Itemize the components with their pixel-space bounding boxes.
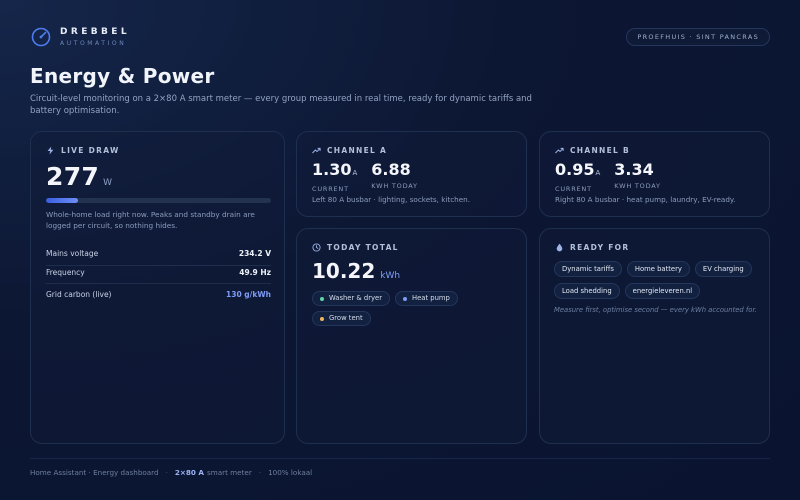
channel-b-card: CHANNEL B 0.95A CURRENT 3.34 KWH TODAY R…: [539, 131, 770, 217]
channel-b-current-unit: A: [595, 169, 601, 177]
stat-key: Grid carbon (live): [46, 289, 112, 299]
bolt-icon: [47, 146, 54, 155]
channel-a-current-value: 1.30: [312, 160, 352, 179]
chip-label: Heat pump: [412, 294, 450, 302]
today-total-number: 10.22: [312, 259, 376, 283]
chip-label: Washer & dryer: [329, 294, 383, 302]
today-total-value: 10.22 kWh: [312, 259, 400, 283]
channel-b-kwh-value: 3.34: [614, 160, 654, 179]
channel-a-kwh-caption: KWH TODAY: [371, 182, 418, 190]
channel-b-current-caption: CURRENT: [555, 185, 592, 193]
today-total-card: TODAY TOTAL 10.22 kWh Washer & dryer Hea…: [296, 228, 527, 444]
footer-separator: ·: [165, 468, 168, 477]
footer-divider: [30, 458, 770, 459]
channel-a-current-unit: A: [352, 169, 358, 177]
channel-b-current-value: 0.95: [555, 160, 595, 179]
live-draw-description: Whole-home load right now. Peaks and sta…: [46, 210, 255, 230]
channel-a-current-caption: CURRENT: [312, 185, 349, 193]
channel-b-description: Right 80 A busbar · heat pump, laundry, …: [555, 195, 736, 204]
load-progress-fill: [46, 198, 78, 203]
channel-b-current: 0.95A CURRENT: [555, 160, 600, 193]
channel-a-values: 1.30A CURRENT 6.88 KWH TODAY: [312, 160, 432, 193]
chip-dot: [320, 316, 324, 321]
chip-dot: [403, 296, 408, 301]
page-title: Energy & Power: [30, 64, 215, 88]
channel-a-kwh: 6.88 KWH TODAY: [371, 160, 418, 193]
live-draw-header: LIVE DRAW: [46, 146, 120, 155]
footer-meter-strong: 2×80 A: [174, 468, 204, 477]
chip-grow-tent[interactable]: Grow tent: [312, 311, 371, 326]
stat-key: Frequency: [46, 267, 85, 277]
ready-tags: Dynamic tariffs Home battery EV charging…: [554, 261, 759, 305]
stat-row-grid-carbon: Grid carbon (live) 130 g/kWh: [46, 283, 271, 305]
footer-source: Home Assistant · Energy dashboard: [30, 468, 159, 477]
drop-icon: [556, 243, 563, 252]
channel-a-current: 1.30A CURRENT: [312, 160, 357, 193]
today-total-label: TODAY TOTAL: [327, 243, 399, 252]
trend-up-icon: [312, 147, 321, 154]
channel-b-kwh-caption: KWH TODAY: [614, 182, 661, 190]
live-draw-number: 277: [46, 162, 100, 191]
brand-logo[interactable]: DREBBEL AUTOMATION: [30, 26, 130, 48]
circuit-chips: Washer & dryer Heat pump Grow tent: [312, 291, 522, 331]
tag-load-shedding[interactable]: Load shedding: [554, 283, 620, 299]
trend-up-icon: [555, 147, 564, 154]
footer-meter: smart meter: [206, 468, 252, 477]
stat-value: 130 g/kWh: [226, 289, 271, 299]
channel-b-values: 0.95A CURRENT 3.34 KWH TODAY: [555, 160, 675, 193]
header: DREBBEL AUTOMATION PROEFHUIS · SINT PANC…: [30, 26, 770, 52]
today-total-header: TODAY TOTAL: [312, 243, 399, 252]
brand-name: DREBBEL: [60, 26, 130, 37]
tag-ev-charging[interactable]: EV charging: [694, 261, 752, 277]
channel-b-label: CHANNEL B: [570, 146, 631, 155]
chip-label: Grow tent: [329, 314, 363, 322]
stat-row-frequency: Frequency 49.9 Hz: [46, 261, 271, 283]
channel-a-card: CHANNEL A 1.30A CURRENT 6.88 KWH TODAY L…: [296, 131, 527, 217]
load-progress-bar: [46, 198, 271, 203]
location-badge: PROEFHUIS · SINT PANCRAS: [626, 28, 770, 46]
channel-a-description: Left 80 A busbar · lighting, sockets, ki…: [312, 195, 470, 204]
ready-for-card: READY FOR Dynamic tariffs Home battery E…: [539, 228, 770, 444]
live-draw-card: LIVE DRAW 277 W Whole-home load right no…: [30, 131, 285, 444]
channel-a-kwh-value: 6.88: [371, 160, 411, 179]
channel-b-header: CHANNEL B: [555, 146, 630, 155]
ready-note: Measure first, optimise second — every k…: [554, 306, 757, 314]
page-subtitle: Circuit-level monitoring on a 2×80 A sma…: [30, 94, 532, 116]
brand-subtitle: AUTOMATION: [60, 39, 127, 47]
tag-home-battery[interactable]: Home battery: [626, 261, 690, 277]
live-draw-value: 277 W: [46, 162, 112, 191]
channel-b-kwh: 3.34 KWH TODAY: [614, 160, 661, 193]
gauge-icon: [31, 27, 51, 47]
channel-a-label: CHANNEL A: [327, 146, 388, 155]
tag-energieleveren[interactable]: energieleveren.nl: [624, 283, 701, 299]
tag-dynamic-tariffs[interactable]: Dynamic tariffs: [554, 261, 622, 277]
live-draw-unit: W: [103, 178, 112, 188]
chip-washer-dryer[interactable]: Washer & dryer: [312, 291, 391, 306]
footer-local: 100% lokaal: [268, 468, 313, 477]
footer-separator: ·: [258, 468, 262, 477]
clock-icon: [312, 243, 321, 252]
channel-a-header: CHANNEL A: [312, 146, 387, 155]
chip-dot: [320, 296, 324, 301]
ready-for-header: READY FOR: [555, 243, 629, 252]
stat-value: 49.9 Hz: [239, 267, 271, 277]
chip-heat-pump[interactable]: Heat pump: [395, 291, 458, 306]
today-total-unit: kWh: [380, 271, 401, 281]
footer: Home Assistant · Energy dashboard · 2×80…: [30, 468, 312, 477]
live-draw-label: LIVE DRAW: [61, 146, 120, 155]
ready-for-label: READY FOR: [570, 243, 630, 252]
stat-key: Mains voltage: [46, 248, 99, 258]
stat-value: 234.2 V: [238, 248, 271, 258]
